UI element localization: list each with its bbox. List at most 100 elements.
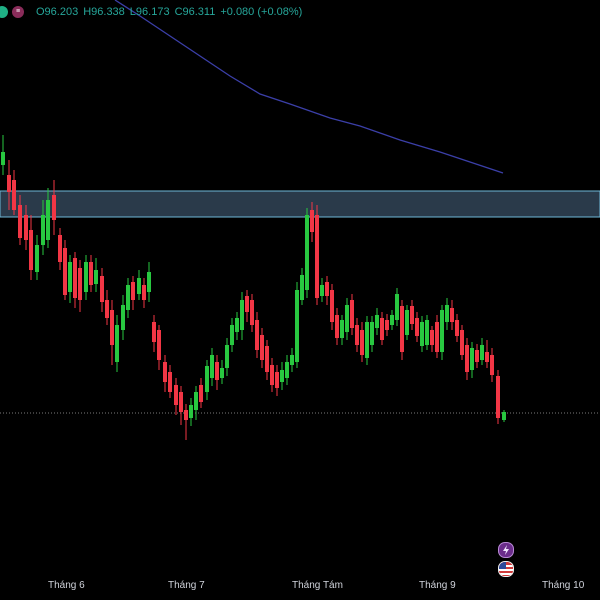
- candle-body[interactable]: [260, 335, 264, 360]
- candle-body[interactable]: [465, 345, 469, 372]
- candle-body[interactable]: [68, 262, 72, 292]
- candle-body[interactable]: [295, 290, 299, 362]
- candle-body[interactable]: [225, 345, 229, 368]
- candle-body[interactable]: [435, 322, 439, 352]
- candle-body[interactable]: [305, 215, 309, 290]
- candle-body[interactable]: [152, 322, 156, 342]
- resistance-zone[interactable]: [0, 190, 600, 218]
- candle-body[interactable]: [455, 320, 459, 336]
- candle-body[interactable]: [385, 320, 389, 330]
- candle-body[interactable]: [290, 355, 294, 365]
- candle-body[interactable]: [345, 305, 349, 332]
- candle-body[interactable]: [35, 245, 39, 272]
- candle-body[interactable]: [210, 355, 214, 378]
- candle-body[interactable]: [405, 310, 409, 335]
- candle-body[interactable]: [157, 330, 161, 360]
- candle-body[interactable]: [137, 278, 141, 294]
- candle-body[interactable]: [420, 322, 424, 346]
- candle-body[interactable]: [475, 350, 479, 362]
- candle-body[interactable]: [430, 330, 434, 345]
- candle-body[interactable]: [215, 362, 219, 380]
- candle-body[interactable]: [179, 392, 183, 412]
- candle-body[interactable]: [189, 405, 193, 418]
- candle-body[interactable]: [490, 355, 494, 375]
- candle-body[interactable]: [142, 285, 146, 300]
- candle-body[interactable]: [52, 195, 56, 220]
- candle-body[interactable]: [400, 306, 404, 352]
- candle-body[interactable]: [300, 275, 304, 300]
- candle-body[interactable]: [355, 325, 359, 345]
- candle-body[interactable]: [335, 315, 339, 338]
- candle-body[interactable]: [370, 322, 374, 345]
- candle-body[interactable]: [410, 306, 414, 324]
- candle-body[interactable]: [325, 282, 329, 296]
- candle-body[interactable]: [94, 270, 98, 284]
- candle-body[interactable]: [320, 285, 324, 296]
- candle-body[interactable]: [395, 294, 399, 320]
- candle-body[interactable]: [174, 385, 178, 405]
- candle-body[interactable]: [29, 230, 33, 270]
- candle-body[interactable]: [12, 180, 16, 210]
- candle-body[interactable]: [255, 320, 259, 350]
- candle-body[interactable]: [7, 175, 11, 192]
- us-flag-icon[interactable]: [498, 561, 514, 577]
- candle-body[interactable]: [100, 276, 104, 302]
- candle-body[interactable]: [245, 296, 249, 312]
- candle-body[interactable]: [78, 268, 82, 300]
- candle-body[interactable]: [220, 368, 224, 378]
- candle-body[interactable]: [470, 348, 474, 370]
- candle-body[interactable]: [194, 392, 198, 410]
- candle-body[interactable]: [390, 315, 394, 325]
- candle-body[interactable]: [115, 325, 119, 362]
- candle-body[interactable]: [110, 310, 114, 345]
- candle-body[interactable]: [89, 262, 93, 285]
- lightning-icon[interactable]: [498, 542, 514, 558]
- candle-body[interactable]: [365, 322, 369, 358]
- candle-body[interactable]: [360, 330, 364, 355]
- candle-body[interactable]: [63, 248, 67, 295]
- price-chart[interactable]: [0, 0, 600, 600]
- candle-body[interactable]: [502, 412, 506, 420]
- candle-body[interactable]: [450, 308, 454, 322]
- candle-body[interactable]: [199, 385, 203, 402]
- candle-body[interactable]: [265, 346, 269, 372]
- candle-body[interactable]: [340, 320, 344, 338]
- candle-body[interactable]: [480, 345, 484, 360]
- candle-body[interactable]: [126, 285, 130, 310]
- candle-body[interactable]: [330, 290, 334, 322]
- indicator-badge-icon[interactable]: ≡: [12, 6, 24, 18]
- candle-body[interactable]: [1, 152, 5, 165]
- candle-body[interactable]: [415, 318, 419, 336]
- candle-body[interactable]: [58, 235, 62, 262]
- candle-body[interactable]: [250, 300, 254, 325]
- candle-body[interactable]: [445, 305, 449, 322]
- candle-body[interactable]: [380, 318, 384, 340]
- candle-body[interactable]: [440, 310, 444, 352]
- candle-body[interactable]: [41, 215, 45, 245]
- candle-body[interactable]: [240, 300, 244, 330]
- candle-body[interactable]: [270, 365, 274, 385]
- candle-body[interactable]: [147, 272, 151, 292]
- candle-body[interactable]: [275, 372, 279, 388]
- candle-body[interactable]: [285, 362, 289, 378]
- candle-body[interactable]: [485, 352, 489, 362]
- candle-body[interactable]: [121, 305, 125, 330]
- candle-body[interactable]: [235, 318, 239, 332]
- candle-body[interactable]: [168, 372, 172, 392]
- candle-body[interactable]: [460, 330, 464, 355]
- candle-body[interactable]: [350, 300, 354, 328]
- candle-body[interactable]: [310, 210, 314, 232]
- candle-body[interactable]: [24, 215, 28, 240]
- candle-body[interactable]: [315, 215, 319, 298]
- symbol-badge-icon[interactable]: [0, 6, 8, 18]
- candle-body[interactable]: [496, 376, 500, 418]
- candle-body[interactable]: [230, 325, 234, 345]
- candle-body[interactable]: [205, 366, 209, 392]
- candle-body[interactable]: [131, 282, 135, 300]
- candle-body[interactable]: [425, 320, 429, 345]
- candle-body[interactable]: [105, 300, 109, 318]
- candle-body[interactable]: [163, 362, 167, 382]
- candle-body[interactable]: [184, 410, 188, 420]
- candle-body[interactable]: [280, 370, 284, 382]
- candle-body[interactable]: [18, 205, 22, 238]
